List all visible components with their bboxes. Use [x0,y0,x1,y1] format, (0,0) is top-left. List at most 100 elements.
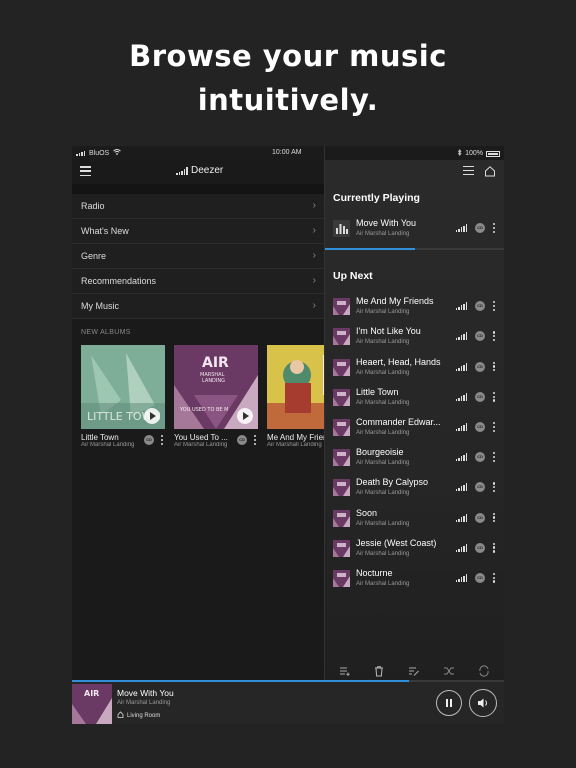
cd-quality-icon: CD [475,421,485,432]
more-options-icon[interactable] [492,512,496,523]
play-icon[interactable] [237,408,253,424]
more-options-icon[interactable] [253,435,257,445]
queue-album-art [333,388,350,406]
track-name: Soon [356,507,378,518]
more-options-icon[interactable] [492,482,496,493]
chevron-right-icon: › [312,275,316,286]
queue-track-row[interactable]: Nocturne Air Marshal Landing CD [325,564,504,594]
quality-bars-icon [455,483,467,492]
queue-list-icon[interactable] [463,166,474,175]
track-name: I'm Not Like You [356,326,421,337]
cd-quality-icon: CD [475,542,485,553]
queue-album-art [333,418,350,436]
album-artist: Air Marshal Landing [81,442,135,448]
more-options-icon[interactable] [492,301,496,312]
more-options-icon[interactable] [492,542,496,553]
home-icon[interactable] [484,164,496,177]
more-options-icon[interactable] [492,452,496,463]
track-name: Little Town [356,386,399,397]
status-right: 100% [457,148,500,158]
headline-line-1: Browse your music [129,39,447,73]
promo-headline: Browse your music intuitively. [0,34,576,122]
queue-panel: Currently Playing Move With You Air Mars… [325,160,504,682]
pause-button[interactable] [436,690,462,716]
service-name: Deezer [190,165,224,176]
trash-icon[interactable] [373,665,385,677]
menu-item-label: What's New [81,226,129,236]
cd-quality-icon: CD [237,435,247,445]
queue-track-row[interactable]: Commander Edwar... Air Marshal Landing CD [325,413,504,443]
cd-quality-icon: CD [475,512,485,523]
queue-track-row[interactable]: Little Town Air Marshal Landing CD [325,383,504,413]
more-options-icon[interactable] [492,391,496,402]
queue-track-row[interactable]: Heaert, Head, Hands Air Marshal Landing CD [325,353,504,383]
menu-item-radio[interactable]: Radio › [72,194,324,219]
hamburger-menu-icon[interactable] [80,166,91,176]
cd-quality-icon: CD [475,331,485,342]
quality-bars-icon [455,392,467,401]
mini-player[interactable]: AIR Move With You Air Marshal Landing Li… [72,682,504,724]
more-options-icon[interactable] [492,361,496,372]
edit-queue-icon[interactable] [408,665,420,677]
carrier-label: BluOS [89,149,110,157]
queue-track-row[interactable]: Death By Calypso Air Marshal Landing CD [325,473,504,503]
volume-button[interactable] [469,689,497,717]
status-time: 10:00 AM [272,149,302,156]
tablet-screen: BluOS 10:00 AM 100% Deezer Radio › What's… [72,146,504,724]
more-options-icon[interactable] [492,572,496,583]
battery-icon [486,150,500,157]
player-room[interactable]: Living Room [117,711,160,720]
menu-item-label: Recommendations [81,276,157,286]
cd-quality-icon: CD [475,361,485,372]
add-to-queue-icon[interactable] [339,665,351,677]
status-bar: BluOS 10:00 AM 100% [72,146,504,160]
quality-bars-icon [455,332,467,341]
play-icon[interactable] [144,408,160,424]
track-artist: Air Marshal Landing [356,309,410,316]
headline-line-2: intuitively. [197,83,379,117]
browse-menu: Radio › What's New › Genre › Recommendation… [72,194,324,319]
queue-track-row[interactable]: Jessie (West Coast) Air Marshal Landing CD [325,534,504,564]
current-track-row[interactable]: Move With You Air Marshal Landing CD [325,214,504,244]
more-options-icon[interactable] [492,421,496,432]
track-name: Move With You [356,218,417,228]
album-card[interactable]: LITTLE TOWN Little Town Air Marshal Land… [81,345,166,448]
track-artist: Air Marshal Landing [356,490,410,497]
shuffle-icon[interactable] [443,665,455,677]
queue-track-row[interactable]: Bourgeoisie Air Marshal Landing CD [325,443,504,473]
new-albums-heading: NEW ALBUMS [81,329,131,336]
queue-track-row[interactable]: Me And My Friends Air Marshal Landing CD [325,292,504,322]
currently-playing-heading: Currently Playing [333,192,420,204]
track-artist: Air Marshal Landing [356,460,410,467]
chevron-right-icon: › [312,250,316,261]
more-options-icon[interactable] [492,331,496,342]
queue-album-art [333,298,350,316]
more-options-icon[interactable] [492,223,496,233]
cd-quality-icon: CD [475,391,485,402]
quality-bars-icon [455,362,467,371]
now-playing-icon [333,220,350,237]
album-artist: Air Marshal Landing [174,442,228,448]
up-next-heading: Up Next [333,270,373,283]
menu-item-genre[interactable]: Genre › [72,244,324,269]
album-carousel[interactable]: LITTLE TOWN Little Town Air Marshal Land… [72,345,351,465]
volume-icon [478,698,487,708]
repeat-icon[interactable] [478,665,490,677]
more-options-icon[interactable] [160,435,164,445]
svg-text:AIR: AIR [202,355,229,371]
album-art: LITTLE TOWN [81,345,165,429]
album-card[interactable]: AIR MARSHAL LANDING YOU USED TO BE M You Us… [174,345,259,448]
queue-track-row[interactable]: I'm Not Like You Air Marshal Landing CD [325,322,504,352]
track-name: Commander Edwar... [356,416,441,427]
menu-item-recommendations[interactable]: Recommendations › [72,269,324,294]
menu-item-my-music[interactable]: My Music › [72,294,324,319]
queue-album-art [333,479,350,497]
menu-item-label: Radio [81,201,105,211]
mini-track-name: Move With You [117,688,174,698]
queue-track-row[interactable]: Soon Air Marshal Landing CD [325,504,504,534]
quality-bars-icon [455,302,467,311]
menu-item-whats-new[interactable]: What's New › [72,219,324,244]
track-progress-bar[interactable] [325,248,504,251]
status-left: BluOS [76,149,122,157]
queue-album-art [333,569,350,587]
